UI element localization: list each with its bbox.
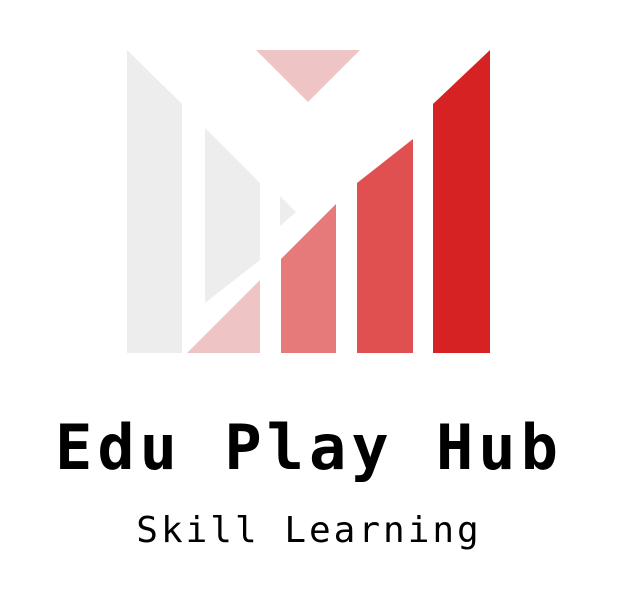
logo-bar-light-red — [281, 204, 336, 353]
logo-bar-mid-red — [357, 139, 413, 353]
logo-bar-red — [433, 50, 490, 353]
logo-gray-bar-inner — [205, 128, 260, 303]
bar-chart-m-logo-icon — [127, 50, 490, 353]
logo-gray-bar-left — [127, 50, 182, 353]
logo-top-triangle — [256, 50, 360, 102]
logo-lockup: Edu Play Hub Skill Learning — [0, 0, 618, 604]
brand-title: Edu Play Hub — [55, 411, 563, 484]
brand-tagline: Skill Learning — [136, 510, 482, 551]
logo-gray-sliver — [280, 196, 296, 226]
logo-pale-triangle — [187, 280, 260, 353]
